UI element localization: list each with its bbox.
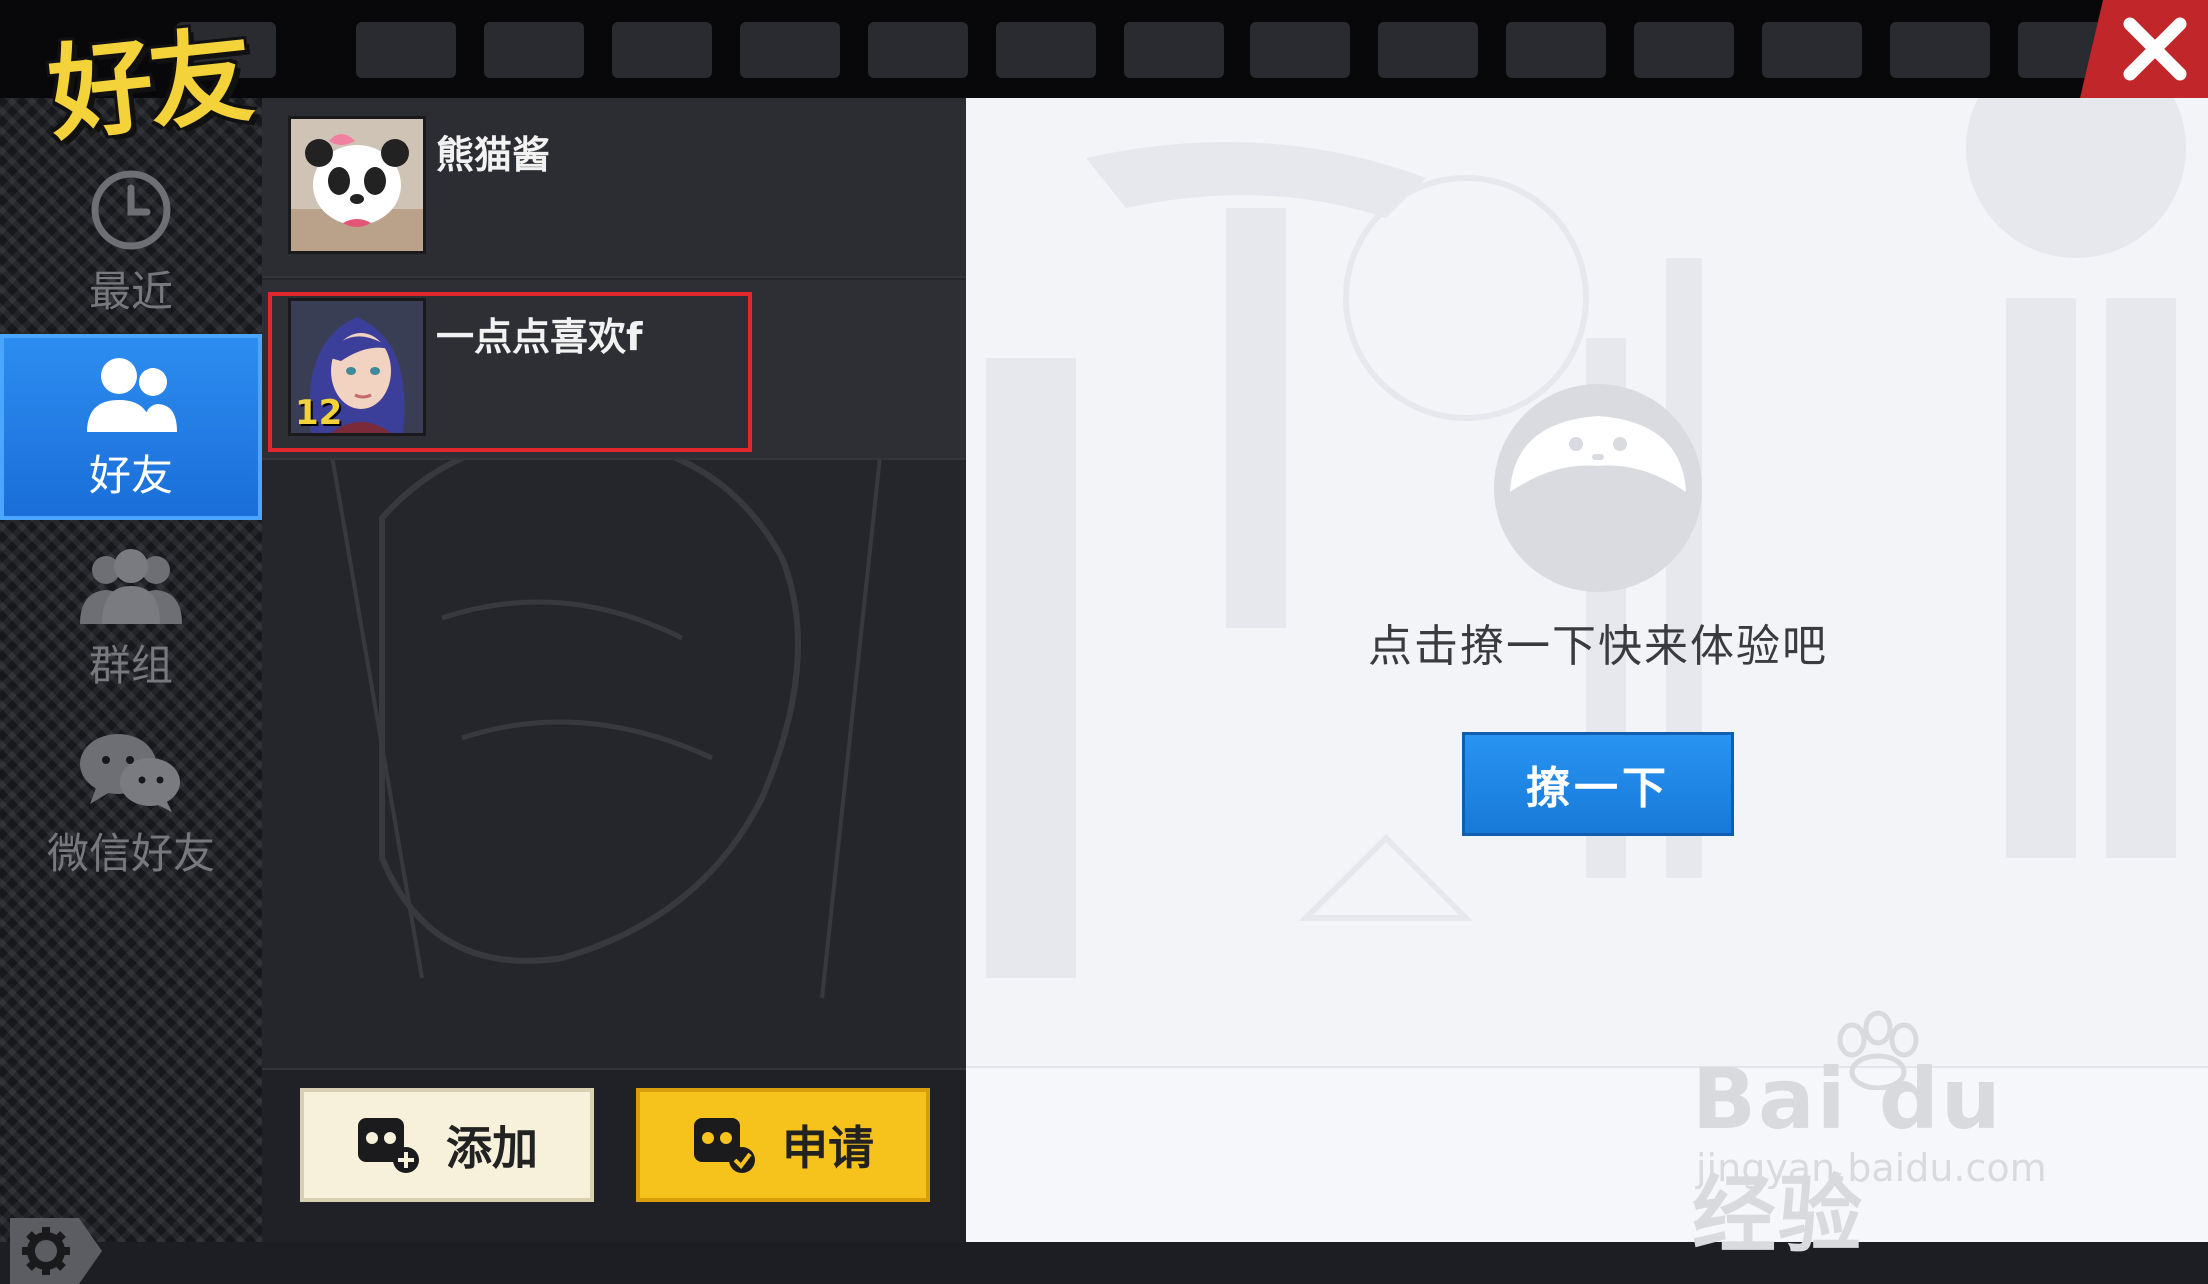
- sidebar-item-label: 好友: [88, 450, 173, 500]
- friend-row[interactable]: 12 一点点喜欢f: [262, 280, 966, 460]
- sidebar-item-label: 群组: [88, 640, 173, 690]
- gear-icon: [22, 1227, 70, 1275]
- sidebar: 最近 好友 群组 微信好友: [0, 98, 262, 1284]
- sidebar-item-label: 最近: [88, 266, 173, 316]
- friend-name: 熊猫酱: [436, 133, 551, 177]
- watermark-url: jingyan.baidu.com: [1696, 1146, 2047, 1190]
- settings-button[interactable]: [10, 1218, 102, 1284]
- film-hole: [1124, 22, 1224, 78]
- empty-state-hint: 点击撩一下快来体验吧: [1368, 621, 1828, 672]
- film-hole: [868, 22, 968, 78]
- film-hole: [484, 22, 584, 78]
- page-title-badge: 好友: [18, 0, 308, 156]
- empty-state-area: 点击撩一下快来体验吧 撩一下: [966, 98, 2208, 1068]
- film-hole: [996, 22, 1096, 78]
- sidebar-item-recent[interactable]: 最近: [0, 150, 262, 336]
- close-button[interactable]: [2080, 0, 2208, 98]
- film-hole: [1890, 22, 1990, 78]
- friend-requests-button[interactable]: 申请: [636, 1088, 930, 1202]
- film-hole: [356, 22, 456, 78]
- friend-row[interactable]: 熊猫酱: [262, 98, 966, 278]
- friend-requests-label: 申请: [782, 1121, 874, 1175]
- avatar: [288, 116, 426, 254]
- add-friend-label: 添加: [446, 1121, 538, 1175]
- add-friend-icon: [358, 1118, 419, 1173]
- mascot-icon: [1494, 384, 1702, 592]
- level-badge: 12: [295, 393, 343, 433]
- film-hole: [740, 22, 840, 78]
- sidebar-item-groups[interactable]: 群组: [0, 526, 262, 712]
- avatar: 12: [288, 298, 426, 436]
- sidebar-item-wechat[interactable]: 微信好友: [0, 712, 262, 898]
- film-hole: [1506, 22, 1606, 78]
- film-hole: [1762, 22, 1862, 78]
- friend-list-panel: 熊猫酱 12 一点点喜欢f: [262, 98, 966, 1242]
- friend-request-icon: [694, 1118, 755, 1173]
- film-hole: [1250, 22, 1350, 78]
- group-icon: [80, 548, 182, 624]
- add-friend-button[interactable]: 添加: [300, 1088, 594, 1202]
- wechat-icon: [80, 733, 180, 812]
- nudge-button[interactable]: 撩一下: [1462, 732, 1734, 836]
- friend-name: 一点点喜欢f: [436, 315, 643, 359]
- sidebar-item-label: 微信好友: [46, 828, 215, 878]
- clock-icon: [91, 170, 171, 249]
- baidu-watermark: Bai du 经验 jingyan.baidu.com: [1692, 1010, 2112, 1264]
- close-icon: [2123, 17, 2187, 81]
- page-title: 好友: [43, 12, 255, 157]
- friends-icon: [87, 357, 177, 432]
- film-hole: [1378, 22, 1478, 78]
- film-hole: [1634, 22, 1734, 78]
- sidebar-item-friends[interactable]: 好友: [0, 334, 262, 520]
- top-bar: [0, 0, 2208, 98]
- film-hole: [612, 22, 712, 78]
